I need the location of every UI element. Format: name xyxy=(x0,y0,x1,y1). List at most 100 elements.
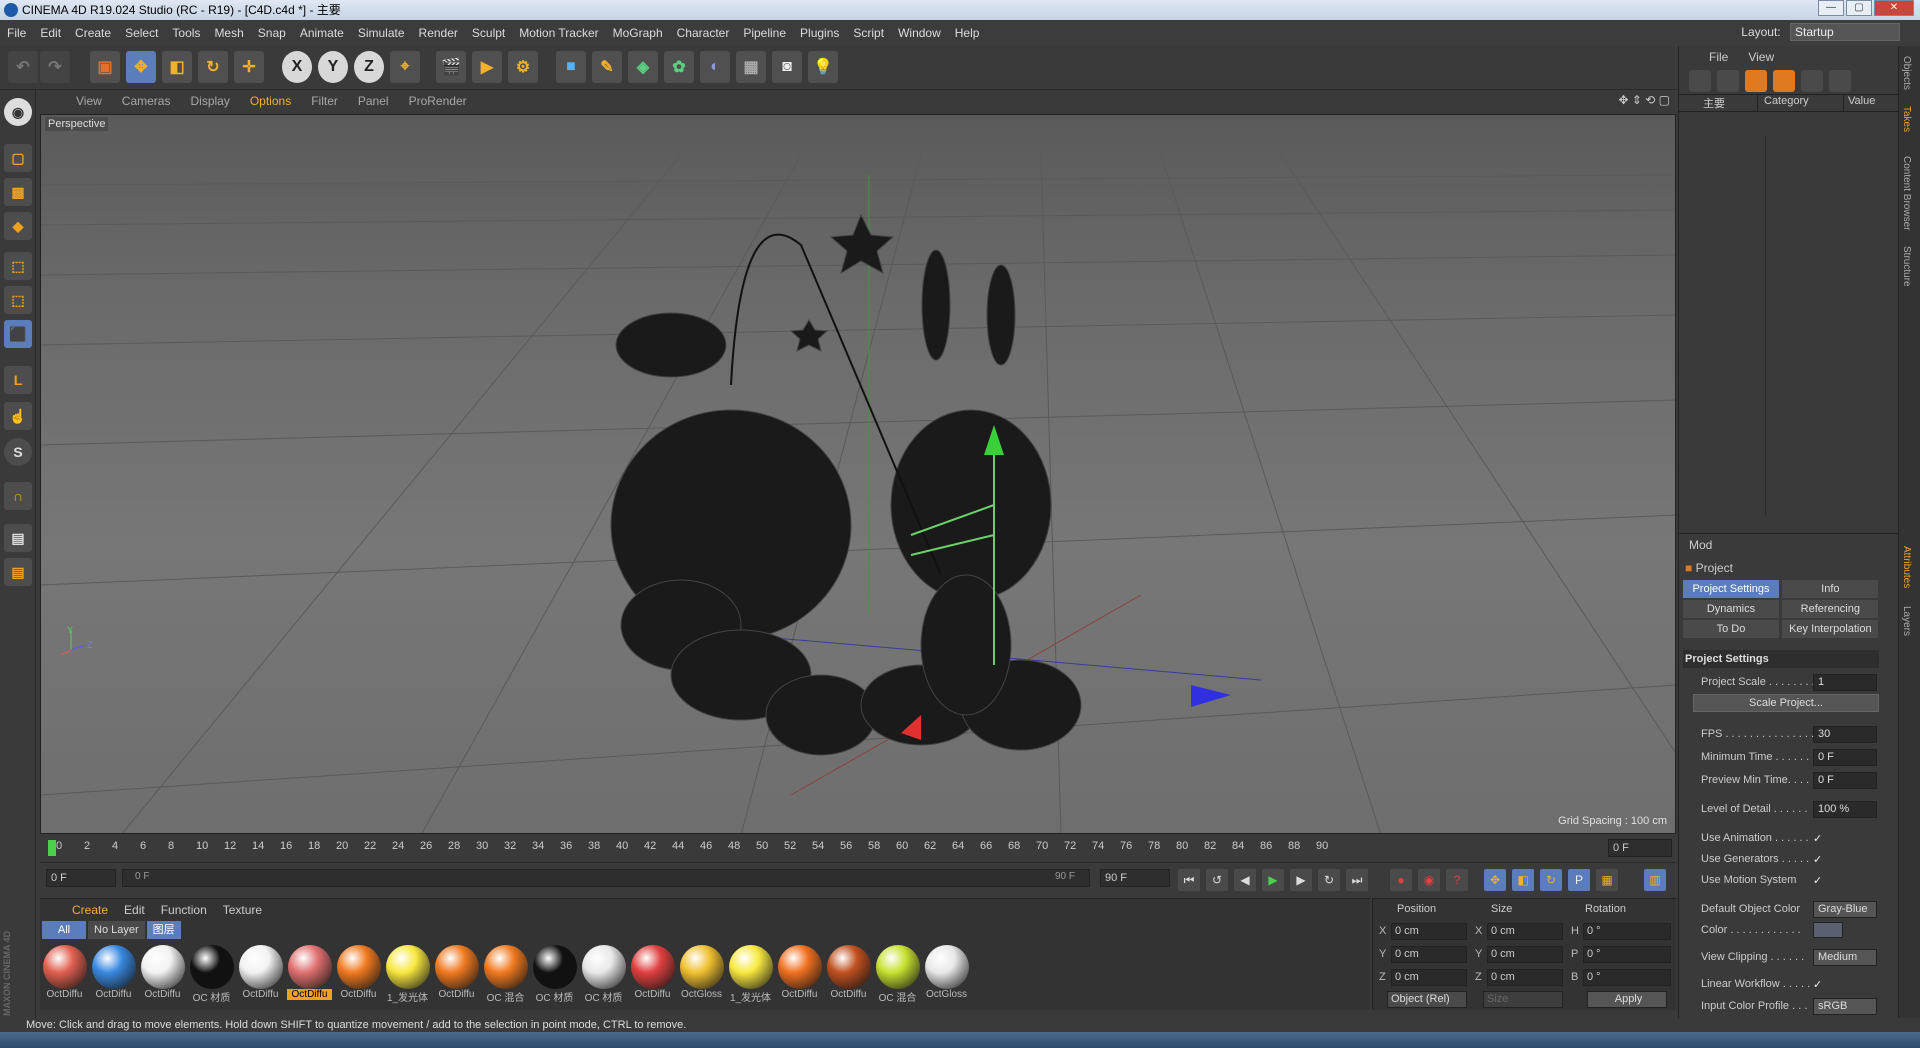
menu-pipeline[interactable]: Pipeline xyxy=(736,26,793,40)
menu-file[interactable]: File xyxy=(0,26,33,40)
rot-h-field[interactable]: 0 ° xyxy=(1583,923,1671,940)
keyframe-selection-icon[interactable]: ? xyxy=(1446,869,1468,891)
current-frame-field[interactable]: 0 F xyxy=(1608,839,1672,857)
takes-group-icon[interactable] xyxy=(1773,70,1795,92)
menu-plugins[interactable]: Plugins xyxy=(793,26,846,40)
prev-frame-icon[interactable]: ◀ xyxy=(1234,869,1256,891)
menu-sculpt[interactable]: Sculpt xyxy=(465,26,512,40)
material-item[interactable]: OctDiffu xyxy=(238,945,283,1004)
menu-snap[interactable]: Snap xyxy=(251,26,293,40)
linear-workflow-checkbox[interactable]: ✓ xyxy=(1813,978,1822,991)
goto-end-icon[interactable]: ⏭ xyxy=(1346,869,1368,891)
autokey-icon[interactable]: ◉ xyxy=(1418,869,1440,891)
tweak-mode-icon[interactable]: ☝ xyxy=(4,402,32,430)
material-item[interactable]: OctDiffu xyxy=(777,945,822,1004)
side-tab-structure[interactable]: Structure xyxy=(1901,246,1912,287)
objects-menu-file[interactable]: File xyxy=(1709,50,1728,64)
floor-icon[interactable]: ▦ xyxy=(736,51,766,83)
takes-render-icon[interactable] xyxy=(1801,70,1823,92)
use-animation-checkbox[interactable]: ✓ xyxy=(1813,832,1822,845)
menu-tools[interactable]: Tools xyxy=(165,26,207,40)
light-icon[interactable]: 💡 xyxy=(808,51,838,83)
rot-b-field[interactable]: 0 ° xyxy=(1583,969,1671,986)
cloner-icon[interactable]: ✿ xyxy=(664,51,694,83)
move-tool-icon[interactable]: ✥ xyxy=(126,51,156,83)
side-tab-attributes[interactable]: Attributes xyxy=(1901,546,1912,588)
use-motion-checkbox[interactable]: ✓ xyxy=(1813,874,1822,887)
range-slider[interactable]: 0 F 90 F xyxy=(122,869,1090,887)
tab-dynamics[interactable]: Dynamics xyxy=(1683,600,1779,618)
apply-button[interactable]: Apply xyxy=(1587,991,1667,1008)
min-time-field[interactable]: 0 F xyxy=(1813,749,1877,766)
side-tab-objects[interactable]: Objects xyxy=(1901,56,1912,90)
menu-mograph[interactable]: MoGraph xyxy=(606,26,670,40)
scale-project-button[interactable]: Scale Project... xyxy=(1693,694,1879,712)
material-item[interactable]: OC 混合 xyxy=(483,945,528,1004)
minimize-button[interactable]: — xyxy=(1818,0,1844,16)
record-icon[interactable]: ● xyxy=(1390,869,1412,891)
menu-select[interactable]: Select xyxy=(118,26,165,40)
pos-z-field[interactable]: 0 cm xyxy=(1391,969,1467,986)
size-z-field[interactable]: 0 cm xyxy=(1487,969,1563,986)
preview-min-field[interactable]: 0 F xyxy=(1813,772,1877,789)
tab-info[interactable]: Info xyxy=(1782,580,1879,598)
deformer-icon[interactable]: ◐ xyxy=(700,51,730,83)
side-tab-layers[interactable]: Layers xyxy=(1901,606,1912,636)
z-axis-handle[interactable] xyxy=(1191,685,1231,707)
y-axis-lock-icon[interactable]: Y xyxy=(318,51,348,83)
redo-icon[interactable]: ↷ xyxy=(40,51,70,83)
viewport-menu-view[interactable]: View xyxy=(66,94,112,108)
view-clipping-dropdown[interactable]: Medium xyxy=(1813,949,1877,966)
side-tab-content-browser[interactable]: Content Browser xyxy=(1901,156,1912,230)
material-item[interactable]: OctDiffu xyxy=(336,945,381,1004)
render-picture-viewer-icon[interactable]: ▶ xyxy=(472,51,502,83)
viewport-menu-cameras[interactable]: Cameras xyxy=(112,94,181,108)
planar-workplane-icon[interactable]: ▤ xyxy=(4,558,32,586)
size-mode-dropdown[interactable]: Size xyxy=(1483,991,1563,1008)
fps-field[interactable]: 30 xyxy=(1813,726,1877,743)
cube-primitive-icon[interactable]: ■ xyxy=(556,51,586,83)
z-axis-lock-icon[interactable]: Z xyxy=(354,51,384,83)
polygons-mode-icon[interactable]: ⬛ xyxy=(4,320,32,348)
project-scale-field[interactable]: 1 xyxy=(1813,674,1877,691)
menu-window[interactable]: Window xyxy=(891,26,948,40)
pos-y-field[interactable]: 0 cm xyxy=(1391,946,1467,963)
material-menu-create[interactable]: Create xyxy=(64,903,116,917)
material-item[interactable]: OctDiffu xyxy=(91,945,136,1004)
menu-render[interactable]: Render xyxy=(412,26,465,40)
material-item[interactable]: OctDiffu xyxy=(630,945,675,1004)
key-rotation-icon[interactable]: ↻ xyxy=(1540,869,1562,891)
material-menu-function[interactable]: Function xyxy=(153,903,215,917)
menu-script[interactable]: Script xyxy=(846,26,891,40)
menu-animate[interactable]: Animate xyxy=(293,26,351,40)
attributes-mode-menu[interactable]: Mod xyxy=(1689,538,1712,552)
default-color-dropdown[interactable]: Gray-Blue xyxy=(1813,901,1877,918)
takes-add-icon[interactable] xyxy=(1689,70,1711,92)
material-item[interactable]: OctDiffu xyxy=(287,945,332,1004)
last-tool-icon[interactable]: ✛ xyxy=(234,51,264,83)
axis-mode-icon[interactable]: L xyxy=(4,366,32,394)
rot-p-field[interactable]: 0 ° xyxy=(1583,946,1671,963)
menu-create[interactable]: Create xyxy=(68,26,118,40)
filter-no-layer[interactable]: No Layer xyxy=(88,921,145,939)
viewport-menu-filter[interactable]: Filter xyxy=(301,94,348,108)
3d-viewport[interactable]: Y Z Perspective Grid Spacing : 100 cm xyxy=(40,114,1676,834)
material-item[interactable]: OctDiffu xyxy=(42,945,87,1004)
timeline-layout-icon[interactable]: ▥ xyxy=(1644,869,1666,891)
tab-project-settings[interactable]: Project Settings xyxy=(1683,580,1779,598)
menu-edit[interactable]: Edit xyxy=(33,26,68,40)
rotate-tool-icon[interactable]: ↻ xyxy=(198,51,228,83)
lod-field[interactable]: 100 % xyxy=(1813,801,1877,818)
key-position-icon[interactable]: ✥ xyxy=(1484,869,1506,891)
material-item[interactable]: 1_发光体 xyxy=(385,945,430,1004)
menu-simulate[interactable]: Simulate xyxy=(351,26,412,40)
material-item[interactable]: OctGloss xyxy=(679,945,724,1004)
next-frame-icon[interactable]: ▶ xyxy=(1290,869,1312,891)
key-pla-icon[interactable]: ▦ xyxy=(1596,869,1618,891)
input-color-profile-dropdown[interactable]: sRGB xyxy=(1813,998,1877,1015)
render-settings-icon[interactable]: ⚙ xyxy=(508,51,538,83)
material-item[interactable]: OctGloss xyxy=(924,945,969,1004)
texture-mode-icon[interactable]: ▩ xyxy=(4,178,32,206)
material-item[interactable]: OctDiffu xyxy=(140,945,185,1004)
color-swatch[interactable] xyxy=(1813,922,1843,938)
